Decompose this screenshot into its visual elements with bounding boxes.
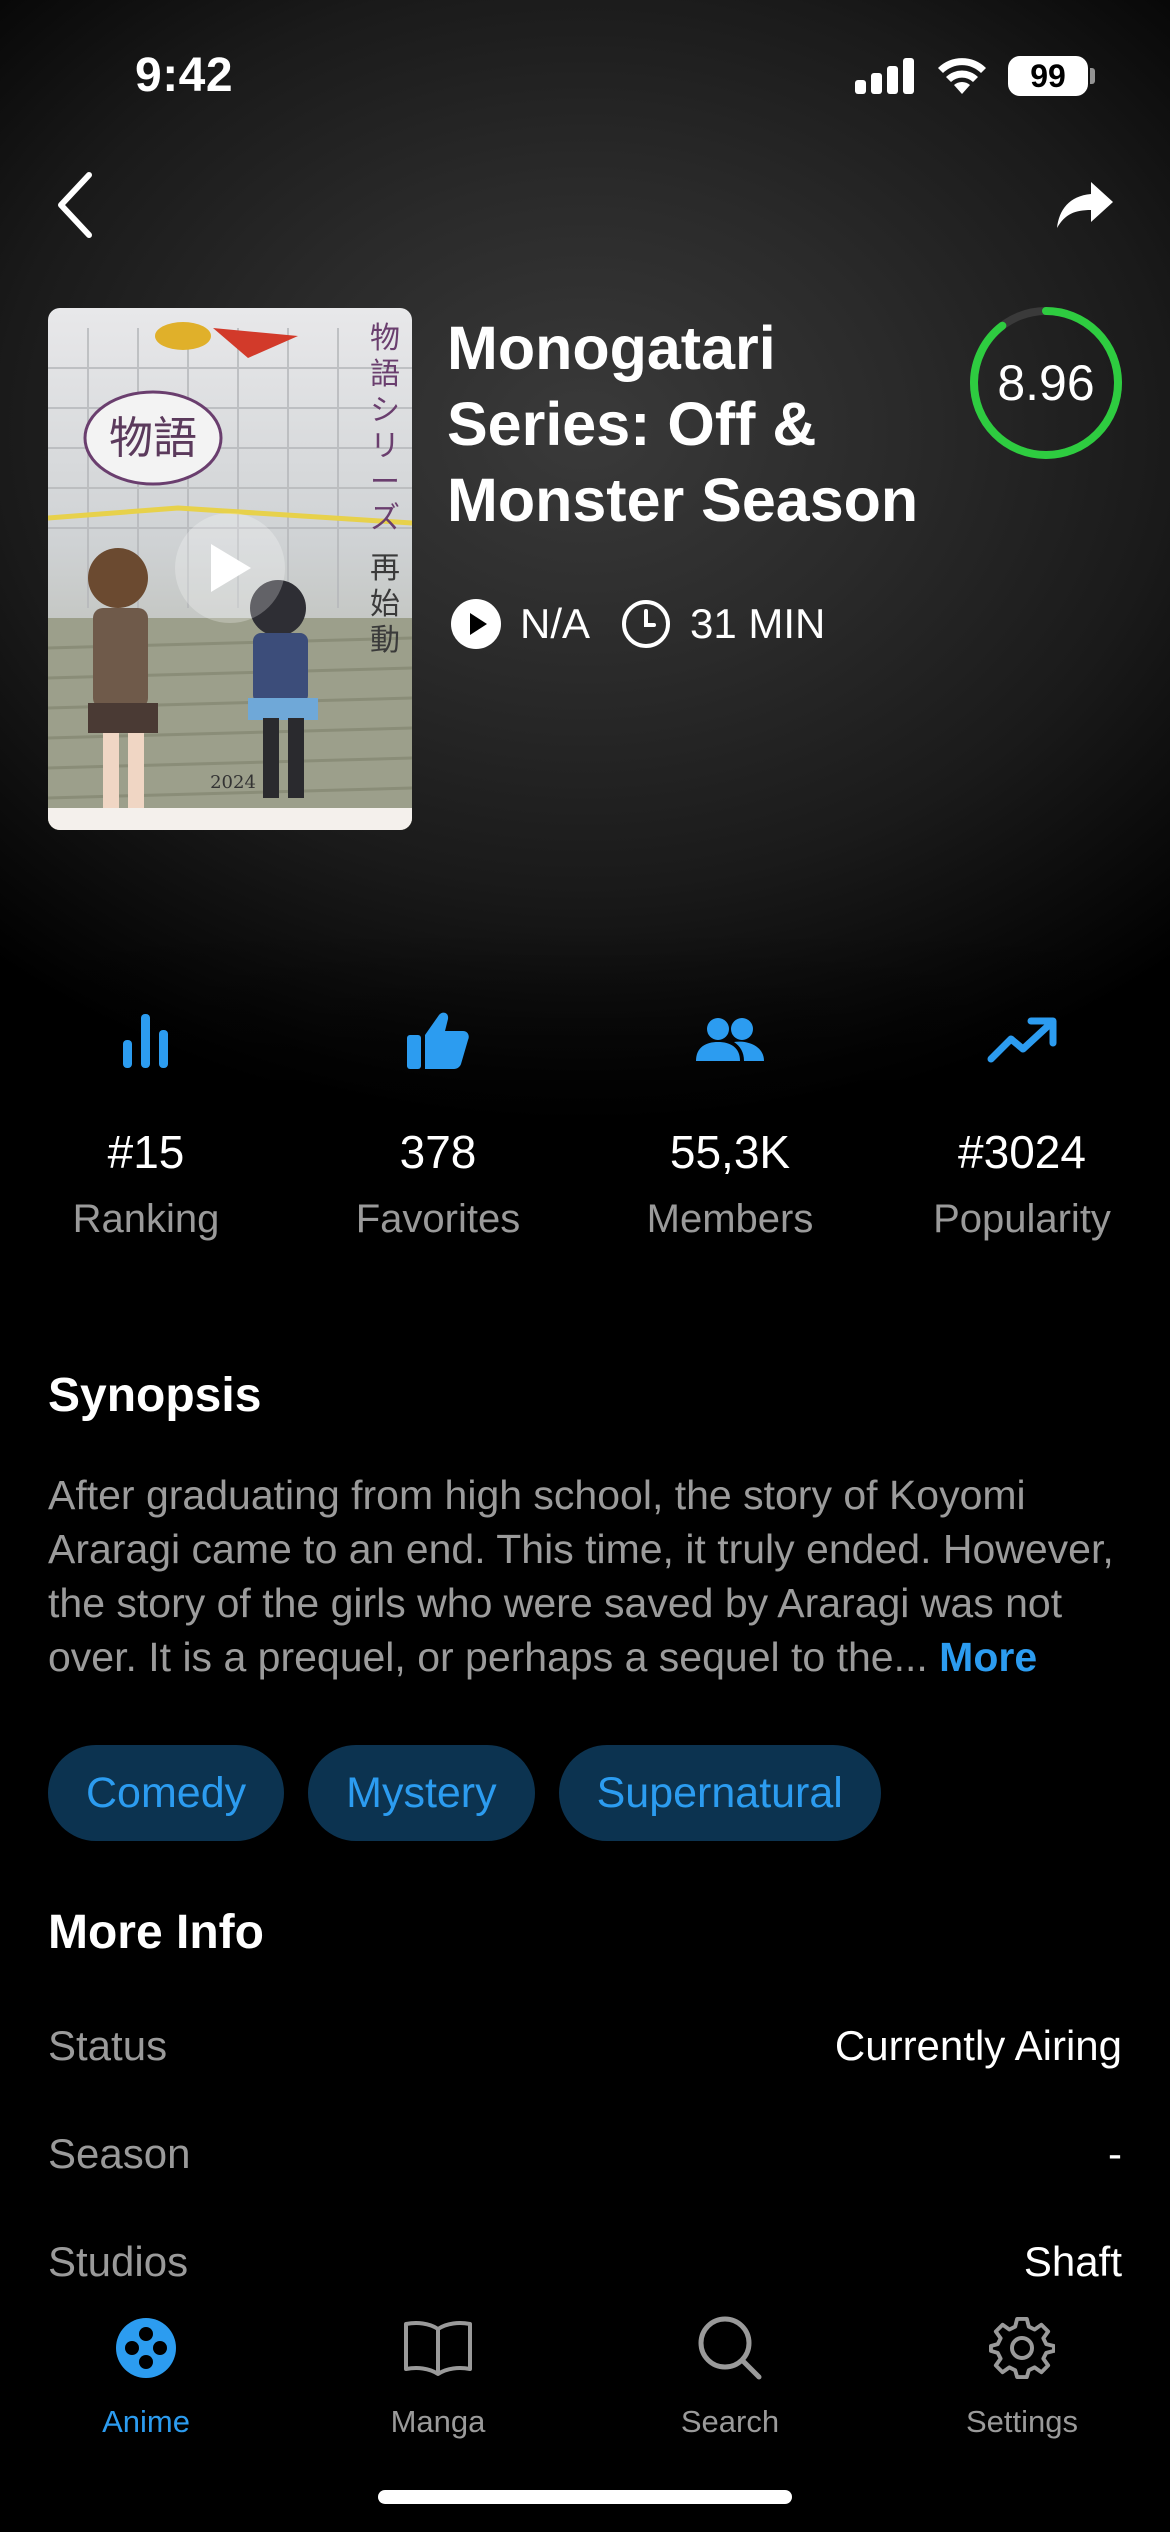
bar-chart-icon xyxy=(123,1014,168,1068)
status-bar: 9:42 99 xyxy=(0,0,1170,150)
tab-label: Manga xyxy=(390,2404,486,2439)
svg-text:リ: リ xyxy=(370,429,400,464)
search-icon xyxy=(698,2316,762,2380)
meta-row: N/A 31 MIN xyxy=(450,594,825,654)
stats-row: #15 Ranking 378 Favorites 55,3K Members … xyxy=(0,1000,1170,1260)
stat-members: 55,3K Members xyxy=(584,1000,876,1242)
stat-label: Ranking xyxy=(72,1197,220,1241)
tab-settings[interactable]: Settings xyxy=(876,2308,1168,2440)
book-icon xyxy=(404,2321,472,2376)
stat-label: Favorites xyxy=(355,1197,521,1241)
synopsis-text: After graduating from high school, the s… xyxy=(48,1468,1128,1684)
svg-text:ズ: ズ xyxy=(370,501,400,536)
play-icon[interactable] xyxy=(175,513,285,623)
tab-manga[interactable]: Manga xyxy=(292,2308,584,2440)
svg-text:2024: 2024 xyxy=(210,772,256,793)
stat-popularity: #3024 Popularity xyxy=(876,1000,1168,1242)
tab-label: Settings xyxy=(965,2404,1078,2439)
gear-icon xyxy=(989,2316,1055,2380)
duration-value: 31 MIN xyxy=(690,600,826,647)
svg-text:シ: シ xyxy=(370,393,400,428)
info-value: Currently Airing xyxy=(834,2022,1122,2069)
synopsis-heading: Synopsis xyxy=(48,1369,262,1422)
tab-label: Anime xyxy=(102,2404,190,2439)
battery-level: 99 xyxy=(1030,58,1066,94)
genre-chip[interactable]: Mystery xyxy=(308,1745,535,1841)
battery-nub xyxy=(1090,68,1095,84)
anime-poster[interactable]: 物語 物語シ リーズ 再始動 2024 xyxy=(48,308,412,830)
battery-icon: 99 xyxy=(1008,56,1088,96)
trending-up-icon xyxy=(987,1017,1057,1063)
stat-label: Popularity xyxy=(933,1197,1111,1241)
genre-chip[interactable]: Supernatural xyxy=(558,1745,881,1841)
svg-text:語: 語 xyxy=(370,357,400,392)
stat-value: #3024 xyxy=(958,1126,1086,1178)
play-triangle xyxy=(211,544,251,592)
stat-value: 55,3K xyxy=(669,1126,791,1178)
svg-text:始: 始 xyxy=(370,587,400,622)
play-circle-icon xyxy=(451,599,501,649)
info-key: Season xyxy=(48,2130,191,2177)
share-arrow-icon xyxy=(1057,182,1113,228)
info-value: - xyxy=(1108,2130,1122,2177)
stat-ranking: #15 Ranking xyxy=(0,1000,292,1242)
more-info-heading: More Info xyxy=(48,1906,264,1959)
tab-label: Search xyxy=(680,2404,780,2439)
stat-label: Members xyxy=(646,1197,814,1241)
people-icon xyxy=(696,1018,764,1061)
tab-anime[interactable]: Anime xyxy=(0,2308,292,2440)
info-key: Status xyxy=(48,2022,168,2069)
svg-text:再: 再 xyxy=(370,551,400,586)
score-value: 8.96 xyxy=(997,355,1095,411)
genre-chip[interactable]: Comedy xyxy=(48,1745,285,1841)
clock-icon xyxy=(622,600,671,648)
anime-title: Monogatari Series: Off & Monster Season xyxy=(447,314,919,534)
svg-text:ー: ー xyxy=(370,465,400,500)
chevron-left-icon xyxy=(58,172,92,238)
thumbs-up-icon xyxy=(407,1012,469,1069)
info-row-status: Status Currently Airing xyxy=(48,2022,1122,2070)
wifi-icon xyxy=(938,58,986,94)
svg-text:動: 動 xyxy=(370,623,400,658)
stat-value: 378 xyxy=(399,1126,477,1178)
stat-value: #15 xyxy=(107,1126,185,1178)
cellular-signal-icon xyxy=(855,58,915,94)
more-link[interactable]: More xyxy=(939,1634,1037,1680)
svg-text:物語: 物語 xyxy=(109,413,197,464)
info-row-season: Season - xyxy=(48,2130,1122,2178)
tab-search[interactable]: Search xyxy=(584,2308,876,2440)
episodes-value: N/A xyxy=(520,600,591,647)
home-indicator xyxy=(378,2490,792,2504)
stat-favorites: 378 Favorites xyxy=(292,1000,584,1242)
share-button[interactable] xyxy=(1050,175,1120,235)
svg-text:物: 物 xyxy=(370,321,400,356)
back-button[interactable] xyxy=(45,165,105,245)
film-reel-icon xyxy=(116,2318,176,2378)
genre-chips: Comedy Mystery Supernatural xyxy=(48,1745,881,1841)
status-time: 9:42 xyxy=(135,49,234,102)
